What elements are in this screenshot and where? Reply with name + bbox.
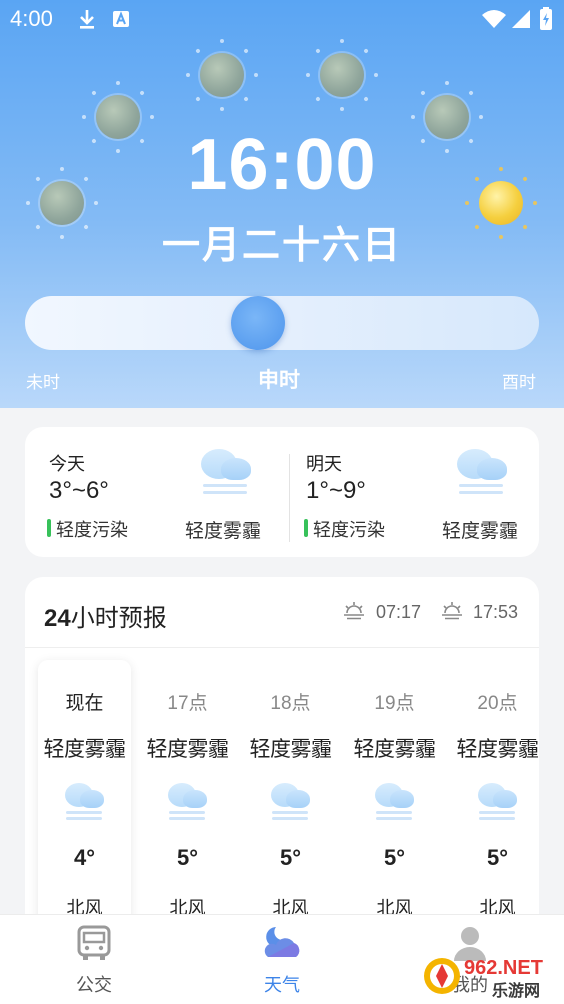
forecast-title-text: 小时预报: [70, 605, 167, 632]
watermark-line1: 962.NET: [464, 957, 543, 979]
divider: [25, 647, 539, 648]
battery-icon: [540, 7, 552, 30]
status-bar: 4:00: [0, 0, 564, 40]
lunar-date: 一月二十六日: [161, 225, 402, 267]
hour-label: 现在: [65, 693, 104, 714]
haze-icon: [373, 783, 417, 823]
nav-tab-weather[interactable]: 天气: [212, 915, 352, 1004]
sunrise-icon: [344, 602, 364, 620]
hour-label: 20点: [477, 693, 518, 714]
status-time: 4:00: [10, 6, 53, 31]
forecast-title: 24小时预报: [44, 598, 167, 633]
forecast-title-number: 24: [44, 605, 71, 632]
site-watermark-logo: 962.NET 乐游网: [424, 957, 543, 1000]
sunrise-time: 07:17: [376, 602, 422, 622]
hour-temperature: 5°: [383, 845, 406, 870]
hour-temperature: 4°: [73, 845, 96, 870]
time-slider-thumb[interactable]: [231, 296, 285, 350]
watermark-line2: 乐游网: [492, 981, 540, 1000]
hour-condition: 轻度雾霾: [353, 738, 437, 761]
day-condition: 轻度雾霾: [185, 521, 262, 542]
sun-marker-icon: [200, 53, 244, 97]
day-today[interactable]: 今天 3°~6° 轻度污染 轻度雾霾: [25, 427, 289, 557]
hour-temperature: 5°: [279, 845, 302, 870]
sunset-icon: [442, 602, 462, 620]
haze-icon: [455, 449, 509, 499]
haze-icon: [166, 783, 210, 823]
hour-condition: 轻度雾霾: [249, 738, 333, 761]
current-time: 16:00: [187, 125, 377, 205]
day-condition: 轻度雾霾: [442, 521, 519, 542]
weather-header: 4:00 16:00 一月二十六日 未时 申时 酉时: [0, 0, 564, 408]
wifi-icon: [482, 10, 506, 28]
hour-temperature: 5°: [486, 845, 509, 870]
haze-icon: [476, 783, 520, 823]
day-label: 明天: [306, 454, 342, 474]
haze-icon: [199, 449, 253, 499]
pollution-badge: 轻度污染: [47, 516, 128, 542]
hour-temperature: 5°: [176, 845, 199, 870]
sunset-time: 17:53: [473, 602, 519, 622]
hour-label: 17点: [167, 693, 208, 714]
slider-label-prev: 未时: [26, 373, 60, 392]
hour-condition: 轻度雾霾: [43, 738, 127, 761]
signal-icon: [512, 10, 530, 28]
pollution-badge: 轻度污染: [304, 516, 385, 542]
hour-condition: 轻度雾霾: [146, 738, 230, 761]
day-temp-range: 3°~6°: [49, 477, 109, 504]
hour-label: 18点: [270, 693, 311, 714]
day-temp-range: 1°~9°: [306, 477, 366, 504]
sun-marker-icon: [320, 53, 364, 97]
a-letter-icon: [113, 11, 129, 27]
day-label: 今天: [49, 454, 85, 474]
nav-tab-bus[interactable]: 公交: [24, 915, 164, 1004]
haze-icon: [63, 783, 107, 823]
slider-label-current: 申时: [258, 369, 300, 392]
day-tomorrow[interactable]: 明天 1°~9° 轻度污染 轻度雾霾: [289, 427, 539, 557]
bus-icon: [77, 925, 111, 960]
nav-label: 公交: [76, 975, 112, 995]
weather-icon: [264, 927, 300, 957]
haze-icon: [269, 783, 313, 823]
nav-label: 天气: [264, 975, 300, 995]
download-icon: [80, 10, 94, 29]
slider-label-next: 酉时: [502, 373, 536, 392]
daily-summary-card: 今天 3°~6° 轻度污染 轻度雾霾 明天 1°~9° 轻度污染 轻度雾霾: [25, 427, 539, 557]
hour-label: 19点: [374, 693, 415, 714]
hour-condition: 轻度雾霾: [456, 738, 540, 761]
